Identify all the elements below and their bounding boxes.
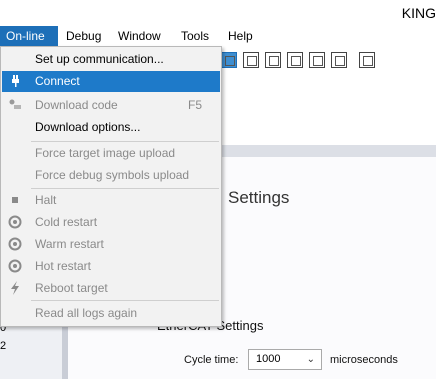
menu-item-label: Set up communication... [35,52,164,66]
menu-item-set-up-communication[interactable]: Set up communication... [2,49,220,70]
menu-item-label: Reboot target [35,281,108,295]
monitor-icon [225,56,235,66]
lightning-icon [11,281,19,295]
menu-item-label: Force target image upload [35,146,176,160]
menu-item-label: Force debug symbols upload [35,168,190,182]
menu-item-label: Download code [35,98,118,112]
menu-item-halt[interactable]: Halt [2,190,220,211]
menu-item-download-options[interactable]: Download options... [2,117,220,138]
menu-bar: On-line Debug Window Tools Help [0,26,436,46]
menu-item-read-all-logs-again[interactable]: Read all logs again [2,303,220,324]
menu-tools[interactable]: Tools [175,26,215,46]
menu-item-label: Read all logs again [35,306,138,320]
menu-item-label: Cold restart [35,215,98,229]
download-icon [9,99,21,109]
gear-icon [291,56,301,66]
restart-icon [8,215,22,229]
toolbar-monitor-button[interactable] [221,52,237,68]
menu-item-force-target-image-upload[interactable]: Force target image upload [2,143,220,164]
menu-item-label: Connect [35,74,80,88]
toolbar-layout-button[interactable] [359,52,375,68]
cycle-time-label: Cycle time: [184,354,239,366]
menu-item-force-debug-symbols-upload[interactable]: Force debug symbols upload [2,165,220,186]
cycle-time-unit: microseconds [330,354,398,366]
restart-icon [8,259,22,273]
layout-icon [363,56,373,66]
plug-icon [12,75,19,87]
toolbar-reset-button[interactable] [309,52,325,68]
reset-icon [313,56,323,66]
menu-debug[interactable]: Debug [60,26,107,46]
cycle-time-select[interactable]: 1000 ⌄ [248,349,322,370]
title-bar: KING [0,0,436,26]
stop-icon [12,197,18,203]
menu-help[interactable]: Help [222,26,259,46]
menu-item-label: Download options... [35,120,141,134]
chevron-down-icon: ⌄ [306,354,315,365]
window-title: KING [401,5,436,21]
toolbar-chart-button[interactable] [265,52,281,68]
toolbar-window-button[interactable] [243,52,259,68]
menu-item-hot-restart[interactable]: Hot restart [2,256,220,277]
online-menu-dropdown: Set up communication... Connect Download… [0,46,222,327]
menu-item-cold-restart[interactable]: Cold restart [2,212,220,233]
info-icon [335,56,345,66]
toolbar-settings-button[interactable] [287,52,303,68]
settings-heading: Settings [228,188,290,207]
menu-item-download-code[interactable]: Download code F5 [2,95,220,116]
menu-item-reboot-target[interactable]: Reboot target [2,278,220,299]
menu-item-warm-restart[interactable]: Warm restart [2,234,220,255]
menu-item-label: Halt [35,193,57,207]
menu-item-label: Hot restart [35,259,92,273]
menu-separator [31,188,219,189]
menu-window[interactable]: Window [112,26,167,46]
chart-icon [269,56,279,66]
left-panel-value: 2 [0,340,7,352]
menu-item-shortcut: F5 [187,98,202,112]
cycle-time-value: 1000 [256,353,281,365]
menu-item-connect[interactable]: Connect [2,71,220,92]
menu-separator [31,141,219,142]
toolbar-info-button[interactable] [331,52,347,68]
menu-separator [31,300,219,301]
menu-item-label: Warm restart [35,237,104,251]
restart-icon [8,237,22,251]
window-icon [247,56,257,66]
menu-online[interactable]: On-line [0,26,58,46]
